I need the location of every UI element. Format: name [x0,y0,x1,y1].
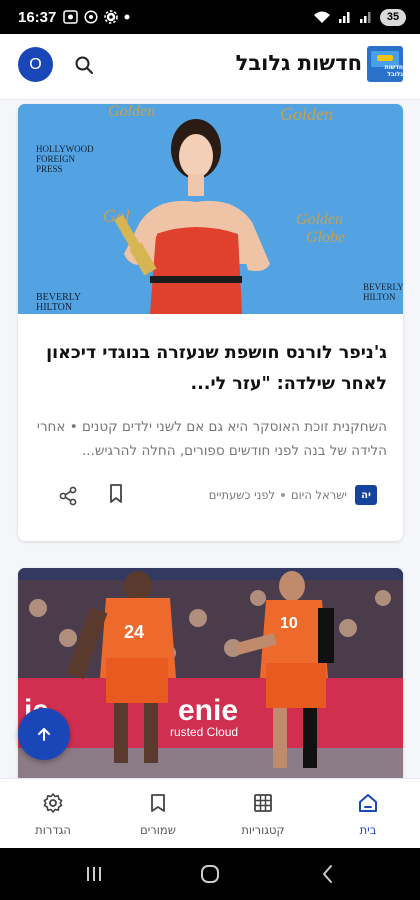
nav-label: הגדרות [35,822,71,837]
article-footer: יה ישראל היום לפני כשעתיים [34,480,387,510]
bookmark-icon[interactable] [106,483,126,505]
app-logo[interactable]: חדשות גלובל [367,46,403,82]
source-badge-text: יה [361,489,371,501]
article-card[interactable]: ie enie rusted Cloud 24 10 [18,568,403,778]
svg-text:Golden: Golden [280,104,333,124]
home-icon [359,793,377,812]
article-card[interactable]: HOLLYWOOD FOREIGN PRESS BEVERLY HILTON B… [18,104,403,541]
nav-home[interactable]: בית [328,779,408,849]
article-headline[interactable]: ג'ניפר לורנס חושפת שנעזרה בנוגדי דיכאון … [32,338,387,400]
svg-text:Golden: Golden [296,211,343,228]
gallery-icon [63,10,79,24]
source-badge: יה [355,485,377,505]
source-name: ישראל היום [291,488,347,502]
svg-text:enie: enie [178,694,238,727]
separator-dot [281,493,286,497]
nav-label: בית [359,822,377,837]
svg-text:rusted Cloud: rusted Cloud [170,725,238,739]
source-meta: ישראל היום לפני כשעתיים [209,488,347,502]
nav-settings[interactable]: הגדרות [13,779,93,849]
article-summary[interactable]: השחקנית זוכת האוסקר היא גם אם לשני ילדים… [32,415,387,463]
notification-dot-icon [124,14,130,20]
app-header: O חדשות גלובל חדשות גלובל [0,34,420,100]
news-feed[interactable]: HOLLYWOOD FOREIGN PRESS BEVERLY HILTON B… [0,100,420,778]
nav-saved[interactable]: שמורים [118,779,198,849]
svg-text:Golden: Golden [108,104,155,120]
grid-icon [254,793,272,812]
scroll-to-top-button[interactable] [18,708,70,760]
bookmark-icon [151,793,165,812]
wifi-icon [314,11,330,23]
svg-text:PRESS: PRESS [36,164,63,174]
app-title: חדשות גלובל [235,51,362,75]
back-icon[interactable] [316,862,340,886]
share-icon[interactable] [58,486,78,506]
svg-text:10: 10 [280,615,298,632]
nav-label: שמורים [140,822,176,837]
home-circle-icon[interactable] [198,862,222,886]
avatar-letter: O [29,55,42,73]
avatar[interactable]: O [18,47,53,82]
article-image[interactable]: HOLLYWOOD FOREIGN PRESS BEVERLY HILTON B… [18,104,403,314]
app-logo-text: חדשות גלובל [384,64,403,78]
svg-text:HILTON: HILTON [363,292,396,302]
hfpa-logo-text: HOLLYWOOD [36,144,94,154]
system-nav-bar [0,848,420,900]
article-image[interactable]: ie enie rusted Cloud 24 10 [18,568,403,778]
recent-apps-icon[interactable] [82,862,106,886]
search-icon[interactable] [73,54,95,76]
battery-indicator: 35 [380,8,406,26]
svg-text:HILTON: HILTON [36,302,72,313]
svg-text:FOREIGN: FOREIGN [36,154,76,164]
nav-label: קטגוריות [241,822,285,837]
jersey-number: 24 [124,622,144,642]
whatsapp-icon [84,10,98,24]
gear-icon [43,792,63,813]
status-bar: 16:37 35 [0,0,420,34]
signal-icon [339,12,350,23]
svg-text:Globe: Globe [306,229,345,246]
bottom-nav: בית קטגוריות שמורים הגדרות [0,778,420,848]
arrow-up-icon [38,728,50,741]
svg-text:BEVERLY: BEVERLY [363,282,403,292]
nav-categories[interactable]: קטגוריות [223,779,303,849]
signal-icon [360,12,371,23]
status-time: 16:37 [18,8,57,26]
settings-icon [104,10,119,24]
article-time: לפני כשעתיים [208,488,276,502]
